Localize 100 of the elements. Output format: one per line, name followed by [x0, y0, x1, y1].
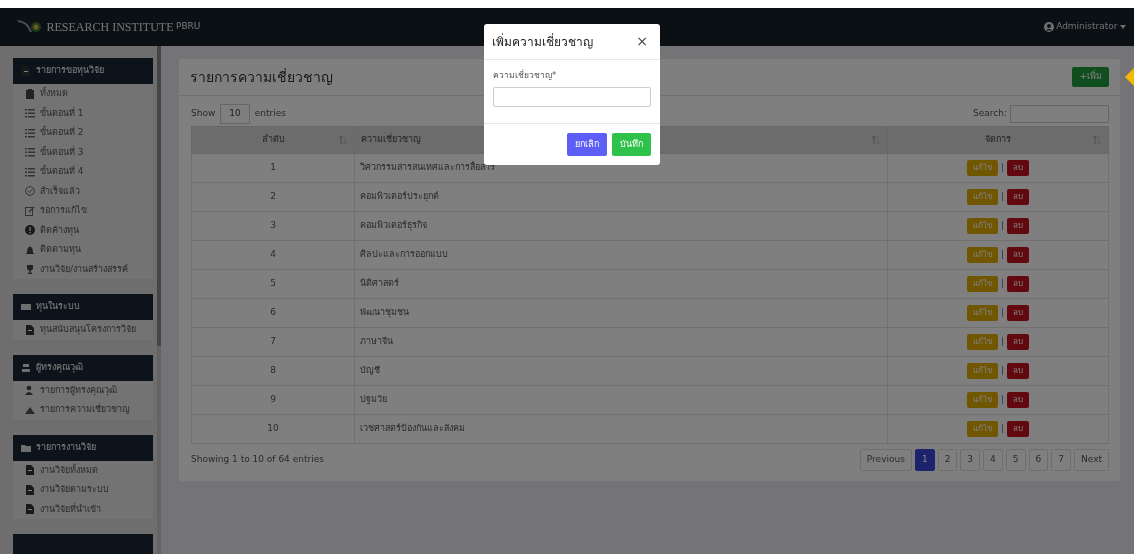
- search-field[interactable]: [1010, 104, 1109, 123]
- separator: |: [1000, 307, 1004, 317]
- edit-button[interactable]: แก้ไข: [966, 334, 998, 350]
- page-button[interactable]: 6: [1028, 449, 1049, 471]
- close-button[interactable]: ×: [636, 31, 648, 52]
- table-cell: เวชศาสตร์ป้องกันและสังคม: [360, 423, 465, 434]
- page-button[interactable]: 1: [914, 449, 935, 471]
- brand-name[interactable]: RESEARCH INSTITUTE: [46, 18, 174, 36]
- save-button[interactable]: บันทึก: [612, 132, 651, 157]
- document-icon: [25, 504, 35, 515]
- add-button[interactable]: +เพิ่ม: [1072, 67, 1109, 87]
- sidebar-item[interactable]: รายการความเชี่ยวชาญ: [40, 403, 130, 417]
- column-header[interactable]: ความเชี่ยวชาญ: [361, 133, 421, 147]
- delete-button[interactable]: ลบ: [1007, 189, 1029, 205]
- folder-icon: [21, 442, 31, 453]
- edit-button[interactable]: แก้ไข: [966, 392, 998, 408]
- sidebar-item[interactable]: ทุนสนับสนุนโครงการวิจัย: [40, 323, 136, 337]
- search-label: Search:: [973, 107, 1007, 120]
- document-icon: [25, 465, 35, 476]
- card-icon: [21, 302, 31, 312]
- delete-button[interactable]: ลบ: [1007, 421, 1029, 437]
- user-menu[interactable]: Administrator: [1056, 20, 1118, 34]
- user-icon: [1043, 22, 1054, 32]
- page-button[interactable]: 4: [983, 449, 1003, 471]
- sidebar-item[interactable]: สำเร็จแล้ว: [40, 184, 80, 198]
- clipboard-icon: [25, 88, 35, 99]
- document-icon: [21, 66, 31, 76]
- table-cell: 5: [270, 278, 276, 289]
- delete-button[interactable]: ลบ: [1007, 276, 1029, 292]
- entries-select[interactable]: 10: [220, 104, 250, 124]
- delete-button[interactable]: ลบ: [1007, 218, 1029, 234]
- delete-button[interactable]: ลบ: [1007, 334, 1029, 350]
- delete-button[interactable]: ลบ: [1007, 160, 1029, 176]
- edit-button[interactable]: แก้ไข: [966, 247, 998, 263]
- delete-button[interactable]: ลบ: [1007, 363, 1029, 379]
- sidebar-item[interactable]: ติดค้างทุน: [40, 223, 79, 237]
- table-cell: พัฒนาชุมชน: [360, 307, 409, 318]
- input-field[interactable]: [493, 86, 651, 107]
- edit-button[interactable]: แก้ไข: [966, 305, 998, 321]
- separator: |: [1000, 220, 1004, 230]
- separator: |: [1000, 162, 1004, 172]
- edit-button[interactable]: แก้ไข: [966, 160, 998, 176]
- edit-button[interactable]: แก้ไข: [966, 218, 998, 234]
- table-cell: วิศวกรรมสารสนเทศและการสื่อสาร: [360, 162, 495, 173]
- section-header: รายการขอทุนวิจัย: [36, 64, 104, 78]
- page-button[interactable]: 3: [960, 449, 981, 471]
- edit-button[interactable]: แก้ไข: [966, 276, 998, 292]
- table-cell: ปฐมวัย: [360, 394, 387, 405]
- page-button[interactable]: 5: [1005, 449, 1026, 471]
- table-cell: นิติศาสตร์: [360, 278, 399, 289]
- section-header: ทุนในระบบ: [36, 300, 80, 314]
- table-cell: คอมพิวเตอร์ธุรกิจ: [360, 220, 427, 231]
- edit-button[interactable]: แก้ไข: [966, 189, 998, 205]
- table-cell: 2: [270, 191, 276, 202]
- sort-icon[interactable]: [339, 136, 347, 144]
- separator: |: [1000, 278, 1004, 288]
- info-icon: [25, 225, 35, 236]
- sidebar-item[interactable]: งานวิจัยทั้งหมด: [40, 463, 98, 477]
- sidebar-item[interactable]: ติดตามทุน: [40, 243, 81, 257]
- sidebar-item[interactable]: ขั้นตอนที่ 4: [40, 165, 84, 179]
- column-header[interactable]: จัดการ: [985, 133, 1011, 147]
- sidebar-item[interactable]: รายการผู้ทรงคุณวุฒิ: [40, 383, 117, 397]
- column-header[interactable]: ลำดับ: [261, 133, 285, 147]
- entries-label: entries: [254, 107, 286, 120]
- edit-button[interactable]: แก้ไข: [966, 363, 998, 379]
- delete-button[interactable]: ลบ: [1007, 305, 1029, 321]
- sidebar-item[interactable]: ขั้นตอนที่ 3: [40, 145, 84, 159]
- document-icon: [25, 484, 35, 495]
- list-icon: [25, 127, 35, 138]
- delete-button[interactable]: ลบ: [1007, 392, 1029, 408]
- page-button[interactable]: Previous: [859, 449, 912, 471]
- sidebar-item[interactable]: งานวิจัยที่นำเข้า: [40, 502, 101, 516]
- entries-info: Showing 1 to 10 of 64 entries: [191, 453, 324, 466]
- modal-title: เพิ่มความเชี่ยวชาญ: [492, 32, 593, 51]
- page-button[interactable]: Next: [1074, 449, 1109, 471]
- sidebar-item[interactable]: งานวิจัย/งานสร้างสรรค์: [40, 262, 129, 276]
- sort-icon[interactable]: [1093, 136, 1101, 144]
- document-icon: [25, 324, 35, 335]
- bell-icon: [25, 244, 35, 255]
- table-cell: 9: [270, 394, 276, 405]
- page-button[interactable]: 7: [1051, 449, 1072, 471]
- trophy-icon: [25, 264, 35, 275]
- separator: |: [1000, 336, 1004, 346]
- marker-icon: [1125, 68, 1134, 86]
- sidebar-item[interactable]: งานวิจัยตามระบบ: [40, 483, 109, 497]
- sidebar-item[interactable]: ทั้งหมด: [40, 87, 68, 101]
- brand-suffix: PBRU: [176, 20, 201, 34]
- sort-icon[interactable]: [872, 136, 880, 144]
- cancel-button[interactable]: ยกเลิก: [567, 132, 607, 157]
- list-icon: [25, 147, 35, 158]
- table-cell: 8: [270, 365, 276, 376]
- section-header: รายการงานวิจัย: [36, 440, 96, 454]
- page-button[interactable]: 2: [937, 449, 958, 471]
- sidebar-item[interactable]: รอการแก้ไข: [40, 204, 87, 218]
- sidebar-item[interactable]: ขั้นตอนที่ 2: [40, 126, 84, 140]
- sidebar-item[interactable]: ขั้นตอนที่ 1: [40, 106, 84, 120]
- delete-button[interactable]: ลบ: [1007, 247, 1029, 263]
- edit-button[interactable]: แก้ไข: [966, 421, 998, 437]
- logo-icon: [18, 20, 44, 34]
- list-icon: [25, 108, 35, 119]
